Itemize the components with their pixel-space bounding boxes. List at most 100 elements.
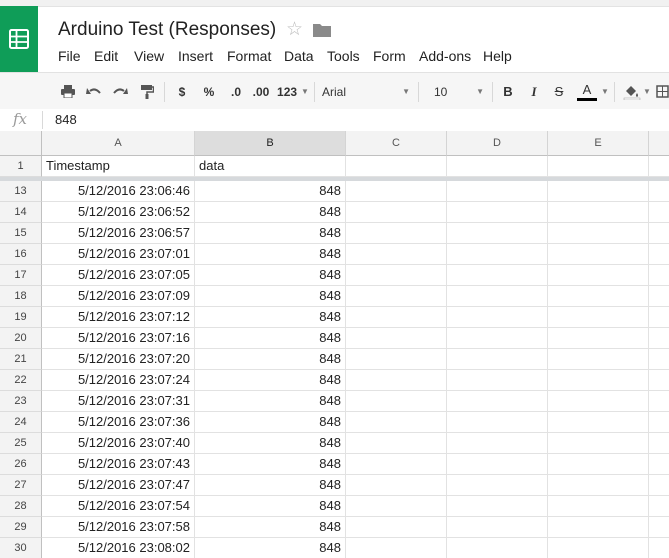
table-cell[interactable] [447,181,548,202]
table-cell[interactable] [447,307,548,328]
table-cell[interactable] [548,538,649,558]
row-header[interactable]: 20 [0,328,42,349]
column-header-e[interactable]: E [548,131,649,156]
sheets-logo[interactable] [0,6,38,72]
timestamp-cell[interactable]: 5/12/2016 23:06:52 [42,202,195,223]
timestamp-cell[interactable]: 5/12/2016 23:07:24 [42,370,195,391]
header-cell-data[interactable]: data [195,156,346,177]
menu-form[interactable]: Form [373,48,406,64]
data-cell[interactable]: 848 [195,202,346,223]
table-cell[interactable] [649,202,669,223]
row-header[interactable]: 14 [0,202,42,223]
table-cell[interactable] [649,391,669,412]
data-cell[interactable]: 848 [195,349,346,370]
formula-input[interactable]: 848 [55,112,77,127]
row-header[interactable]: 24 [0,412,42,433]
column-header-d[interactable]: D [447,131,548,156]
menu-help[interactable]: Help [483,48,512,64]
table-cell[interactable] [447,517,548,538]
more-formats-dropdown[interactable]: 123 ▼ [276,73,310,110]
fill-color-caret[interactable]: ▼ [643,73,651,110]
table-cell[interactable] [649,538,669,558]
table-cell[interactable] [548,307,649,328]
table-cell[interactable] [548,496,649,517]
table-cell[interactable] [649,349,669,370]
menu-insert[interactable]: Insert [178,48,213,64]
timestamp-cell[interactable]: 5/12/2016 23:07:16 [42,328,195,349]
table-cell[interactable] [548,265,649,286]
table-cell[interactable] [447,265,548,286]
data-cell[interactable]: 848 [195,265,346,286]
menu-add-ons[interactable]: Add-ons [419,48,471,64]
table-cell[interactable] [548,349,649,370]
data-cell[interactable]: 848 [195,475,346,496]
data-cell[interactable]: 848 [195,223,346,244]
table-cell[interactable] [649,454,669,475]
row-header[interactable]: 16 [0,244,42,265]
row-header[interactable]: 27 [0,475,42,496]
table-cell[interactable] [649,475,669,496]
table-cell[interactable] [346,433,447,454]
table-cell[interactable] [447,433,548,454]
star-icon[interactable]: ☆ [286,18,303,41]
table-cell[interactable] [548,223,649,244]
table-cell[interactable] [548,454,649,475]
table-cell[interactable] [346,156,447,177]
table-cell[interactable] [548,517,649,538]
table-cell[interactable] [346,475,447,496]
timestamp-cell[interactable]: 5/12/2016 23:07:47 [42,475,195,496]
menu-view[interactable]: View [134,48,164,64]
timestamp-cell[interactable]: 5/12/2016 23:07:09 [42,286,195,307]
table-cell[interactable] [447,391,548,412]
table-cell[interactable] [649,286,669,307]
table-cell[interactable] [548,202,649,223]
table-cell[interactable] [346,538,447,558]
currency-format-button[interactable]: $ [174,73,190,110]
table-cell[interactable] [346,517,447,538]
table-cell[interactable] [548,370,649,391]
menu-format[interactable]: Format [227,48,271,64]
text-color-caret[interactable]: ▼ [600,73,610,110]
timestamp-cell[interactable]: 5/12/2016 23:08:02 [42,538,195,558]
data-cell[interactable]: 848 [195,538,346,558]
paint-format-button[interactable] [137,73,157,110]
data-cell[interactable]: 848 [195,412,346,433]
timestamp-cell[interactable]: 5/12/2016 23:07:58 [42,517,195,538]
column-header-f[interactable] [649,131,669,156]
table-cell[interactable] [548,181,649,202]
select-all-corner[interactable] [0,131,42,156]
table-cell[interactable] [346,349,447,370]
table-cell[interactable] [548,433,649,454]
table-cell[interactable] [447,244,548,265]
table-cell[interactable] [346,412,447,433]
timestamp-cell[interactable]: 5/12/2016 23:06:57 [42,223,195,244]
table-cell[interactable] [649,307,669,328]
italic-button[interactable]: I [526,73,542,110]
table-cell[interactable] [548,156,649,177]
timestamp-cell[interactable]: 5/12/2016 23:07:36 [42,412,195,433]
table-cell[interactable] [649,496,669,517]
table-cell[interactable] [649,265,669,286]
borders-button[interactable] [656,73,669,110]
table-cell[interactable] [447,538,548,558]
increase-decimals-button[interactable]: .00 [249,73,273,110]
table-cell[interactable] [447,286,548,307]
table-cell[interactable] [548,286,649,307]
row-header[interactable]: 22 [0,370,42,391]
font-family-dropdown[interactable]: Arial ▼ [322,73,410,110]
table-cell[interactable] [548,244,649,265]
timestamp-cell[interactable]: 5/12/2016 23:07:05 [42,265,195,286]
data-cell[interactable]: 848 [195,391,346,412]
header-cell-timestamp[interactable]: Timestamp [42,156,195,177]
percent-format-button[interactable]: % [200,73,218,110]
timestamp-cell[interactable]: 5/12/2016 23:06:46 [42,181,195,202]
table-cell[interactable] [447,496,548,517]
table-cell[interactable] [346,244,447,265]
table-cell[interactable] [447,412,548,433]
document-title[interactable]: Arduino Test (Responses) [58,19,276,41]
table-cell[interactable] [649,412,669,433]
table-cell[interactable] [649,181,669,202]
column-header-c[interactable]: C [346,131,447,156]
data-cell[interactable]: 848 [195,244,346,265]
table-cell[interactable] [346,286,447,307]
